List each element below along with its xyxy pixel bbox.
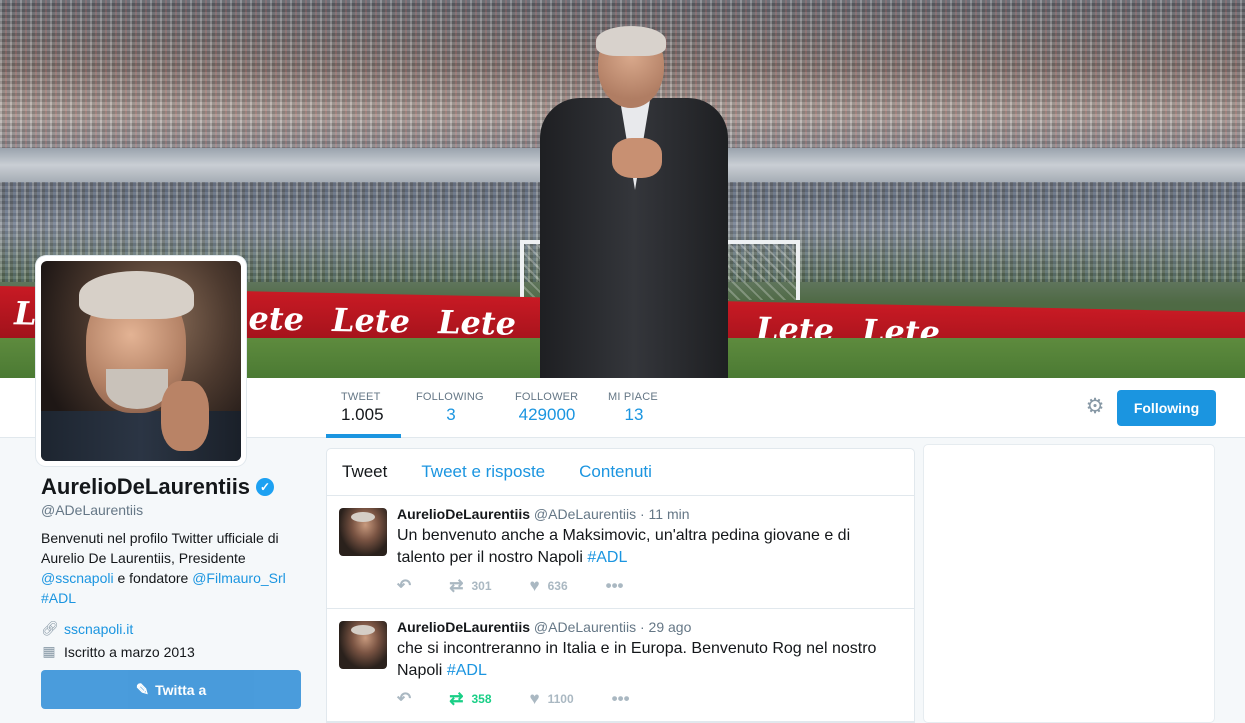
profile-joined: Iscritto a marzo 2013 bbox=[64, 643, 195, 660]
retweet-button[interactable]: ⇄ 358 bbox=[449, 689, 491, 709]
stat-follower[interactable]: FOLLOWER 429000 bbox=[515, 378, 579, 438]
tweet-text: che si incontreranno in Italia e in Euro… bbox=[397, 638, 902, 682]
tweet-item[interactable]: AurelioDeLaurentiis @ADeLaurentiis · 11 … bbox=[327, 496, 914, 609]
like-count: 1100 bbox=[547, 692, 574, 706]
tweet-hashtag[interactable]: #ADL bbox=[447, 662, 487, 679]
stat-label: MI PIACE bbox=[608, 391, 658, 403]
reply-button[interactable]: ↶ bbox=[397, 689, 411, 709]
tweet-avatar[interactable] bbox=[339, 621, 387, 669]
right-sidebar-panel bbox=[923, 444, 1215, 723]
profile-name[interactable]: AurelioDeLaurentiis bbox=[41, 474, 250, 500]
tweet-time[interactable]: 11 min bbox=[649, 506, 690, 522]
bio-text: Benvenuti nel profilo Twitter ufficiale … bbox=[41, 530, 279, 566]
heart-icon: ♥ bbox=[529, 689, 540, 708]
like-button[interactable]: ♥ 1100 bbox=[530, 689, 574, 709]
bio-mention-filmauro[interactable]: @Filmauro_Srl bbox=[192, 570, 286, 586]
bio-hashtag[interactable]: #ADL bbox=[41, 590, 76, 606]
tweet-header: AurelioDeLaurentiis @ADeLaurentiis · 29 … bbox=[397, 619, 692, 635]
tweet-author-handle[interactable]: @ADeLaurentiis bbox=[534, 619, 636, 635]
banner-person bbox=[540, 26, 728, 378]
timeline-tabs: Tweet Tweet e risposte Contenuti bbox=[327, 449, 914, 496]
link-icon: 🔗︎ bbox=[41, 620, 59, 636]
tweet-time[interactable]: 29 ago bbox=[649, 619, 692, 635]
stat-value: 429000 bbox=[518, 405, 576, 424]
profile-handle[interactable]: @ADeLaurentiis bbox=[41, 502, 301, 518]
bio-mention-sscnapoli[interactable]: @sscnapoli bbox=[41, 570, 114, 586]
stat-label: TWEET bbox=[341, 391, 381, 403]
stat-value: 3 bbox=[446, 405, 456, 424]
tweet-to-button[interactable]: ✎ Twitta a bbox=[41, 670, 301, 709]
reply-button[interactable]: ↶ bbox=[397, 576, 411, 596]
profile-avatar[interactable] bbox=[36, 256, 246, 466]
tab-tweet[interactable]: Tweet bbox=[342, 462, 387, 482]
profile-name-row: AurelioDeLaurentiis ✓ bbox=[41, 474, 301, 500]
retweet-icon: ⇄ bbox=[449, 576, 464, 595]
tab-tweet-e-risposte[interactable]: Tweet e risposte bbox=[421, 462, 545, 482]
stat-likes[interactable]: MI PIACE 13 bbox=[608, 378, 660, 438]
profile-card: AurelioDeLaurentiis ✓ @ADeLaurentiis Ben… bbox=[41, 474, 301, 660]
tweet-avatar[interactable] bbox=[339, 508, 387, 556]
tweet-text: Un benvenuto anche a Maksimovic, un'altr… bbox=[397, 525, 902, 569]
profile-bio: Benvenuti nel profilo Twitter ufficiale … bbox=[41, 528, 301, 608]
quill-icon: ✎ bbox=[135, 681, 150, 699]
reply-icon: ↶ bbox=[397, 576, 412, 595]
retweet-count: 358 bbox=[471, 692, 492, 706]
tweet-author-name[interactable]: AurelioDeLaurentiis bbox=[397, 619, 530, 635]
more-icon: ••• bbox=[605, 576, 624, 595]
bio-text: e fondatore bbox=[113, 570, 193, 586]
tweet-item[interactable]: AurelioDeLaurentiis @ADeLaurentiis · 29 … bbox=[327, 609, 914, 722]
stat-label: FOLLOWER bbox=[515, 391, 579, 403]
tweet-author-name[interactable]: AurelioDeLaurentiis bbox=[397, 506, 530, 522]
tweet-author-handle[interactable]: @ADeLaurentiis bbox=[534, 506, 636, 522]
reply-icon: ↶ bbox=[397, 689, 412, 708]
profile-joined-row: ▦ Iscritto a marzo 2013 bbox=[41, 643, 301, 660]
retweet-count: 301 bbox=[471, 579, 492, 593]
verified-icon: ✓ bbox=[256, 478, 275, 496]
stat-value: 13 bbox=[624, 405, 644, 424]
tweet-to-label: Twitta a bbox=[155, 681, 207, 698]
tweet-header: AurelioDeLaurentiis @ADeLaurentiis · 11 … bbox=[397, 506, 690, 522]
following-button[interactable]: Following bbox=[1117, 390, 1216, 426]
more-button[interactable]: ••• bbox=[612, 689, 630, 709]
stat-value: 1.005 bbox=[341, 405, 384, 424]
like-count: 636 bbox=[547, 579, 568, 593]
profile-website[interactable]: sscnapoli.it bbox=[64, 621, 133, 637]
more-icon: ••• bbox=[611, 689, 630, 708]
like-button[interactable]: ♥ 636 bbox=[530, 576, 568, 596]
more-button[interactable]: ••• bbox=[606, 576, 624, 596]
tweet-hashtag[interactable]: #ADL bbox=[587, 549, 627, 566]
tweet-actions: ↶ ⇄ 358 ♥ 1100 ••• bbox=[397, 689, 668, 709]
retweet-icon: ⇄ bbox=[449, 689, 464, 708]
tab-contenuti[interactable]: Contenuti bbox=[579, 462, 652, 482]
stat-following[interactable]: FOLLOWING 3 bbox=[416, 378, 486, 438]
timeline: Tweet Tweet e risposte Contenuti Aurelio… bbox=[326, 448, 915, 723]
calendar-icon: ▦ bbox=[42, 643, 56, 659]
profile-website-row: 🔗︎ sscnapoli.it bbox=[41, 620, 301, 637]
heart-icon: ♥ bbox=[529, 576, 540, 595]
stat-label: FOLLOWING bbox=[416, 391, 484, 403]
gear-icon[interactable]: ⚙ bbox=[1084, 396, 1106, 418]
avatar-image bbox=[41, 261, 241, 461]
stat-tweet[interactable]: TWEET 1.005 bbox=[326, 378, 401, 438]
tweet-actions: ↶ ⇄ 301 ♥ 636 ••• bbox=[397, 576, 662, 596]
adboard-text: Lete bbox=[332, 300, 410, 341]
adboard-text: Lete bbox=[438, 303, 516, 343]
retweet-button[interactable]: ⇄ 301 bbox=[449, 576, 491, 596]
